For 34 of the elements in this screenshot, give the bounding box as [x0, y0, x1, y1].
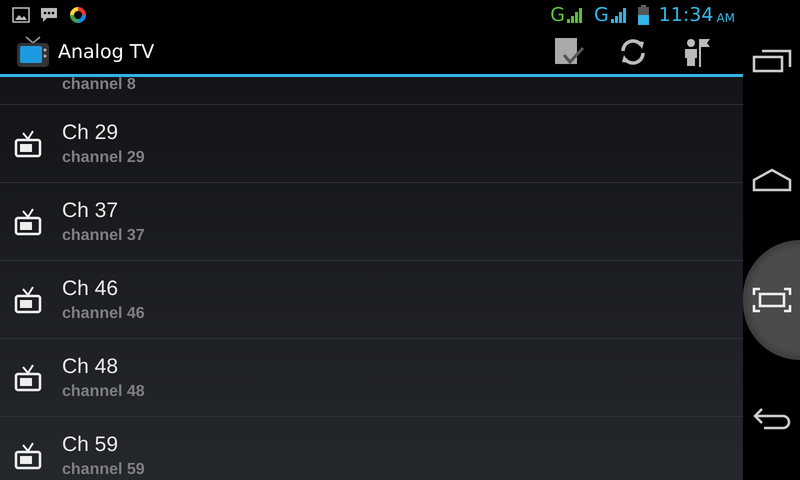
message-icon	[40, 7, 58, 23]
channel-title[interactable]: Ch 59	[62, 432, 145, 456]
channel-title[interactable]: Ch 29	[62, 120, 145, 144]
channel-subtitle: channel 29	[62, 148, 145, 166]
checked-box-icon	[554, 37, 584, 67]
channel-subtitle: channel 59	[62, 460, 145, 478]
channel-subtitle: channel 46	[62, 304, 145, 322]
channel-title[interactable]: Ch 37	[62, 198, 145, 222]
tv-icon	[14, 286, 42, 314]
channel-title[interactable]: Ch 46	[62, 276, 145, 300]
channel-subtitle: channel 48	[62, 382, 145, 400]
channel-title[interactable]: Ch 48	[62, 354, 145, 378]
clock-time: 11:34	[658, 4, 714, 26]
signal-icon	[610, 6, 628, 24]
channel-subtitle: channel 37	[62, 226, 145, 244]
battery-icon	[638, 5, 649, 25]
tv-icon	[14, 208, 42, 236]
picture-icon	[12, 7, 30, 23]
tv-icon	[14, 130, 42, 158]
tv-icon	[14, 442, 42, 470]
app-title: Analog TV	[58, 41, 154, 63]
recent-apps-icon	[752, 47, 792, 73]
clock-ampm: AM	[716, 10, 735, 24]
person-with-flag-icon	[683, 37, 711, 67]
network-type-label: G	[594, 4, 609, 26]
screenshot-icon	[752, 287, 792, 313]
tv-app-icon	[16, 36, 50, 68]
refresh-icon	[619, 38, 647, 66]
channel-subtitle: channel 8	[62, 77, 136, 94]
colorful-ring-icon	[68, 5, 88, 25]
signal-icon	[566, 6, 584, 24]
network-type-label: G	[550, 4, 565, 26]
tv-icon	[14, 364, 42, 392]
home-icon	[752, 168, 792, 192]
